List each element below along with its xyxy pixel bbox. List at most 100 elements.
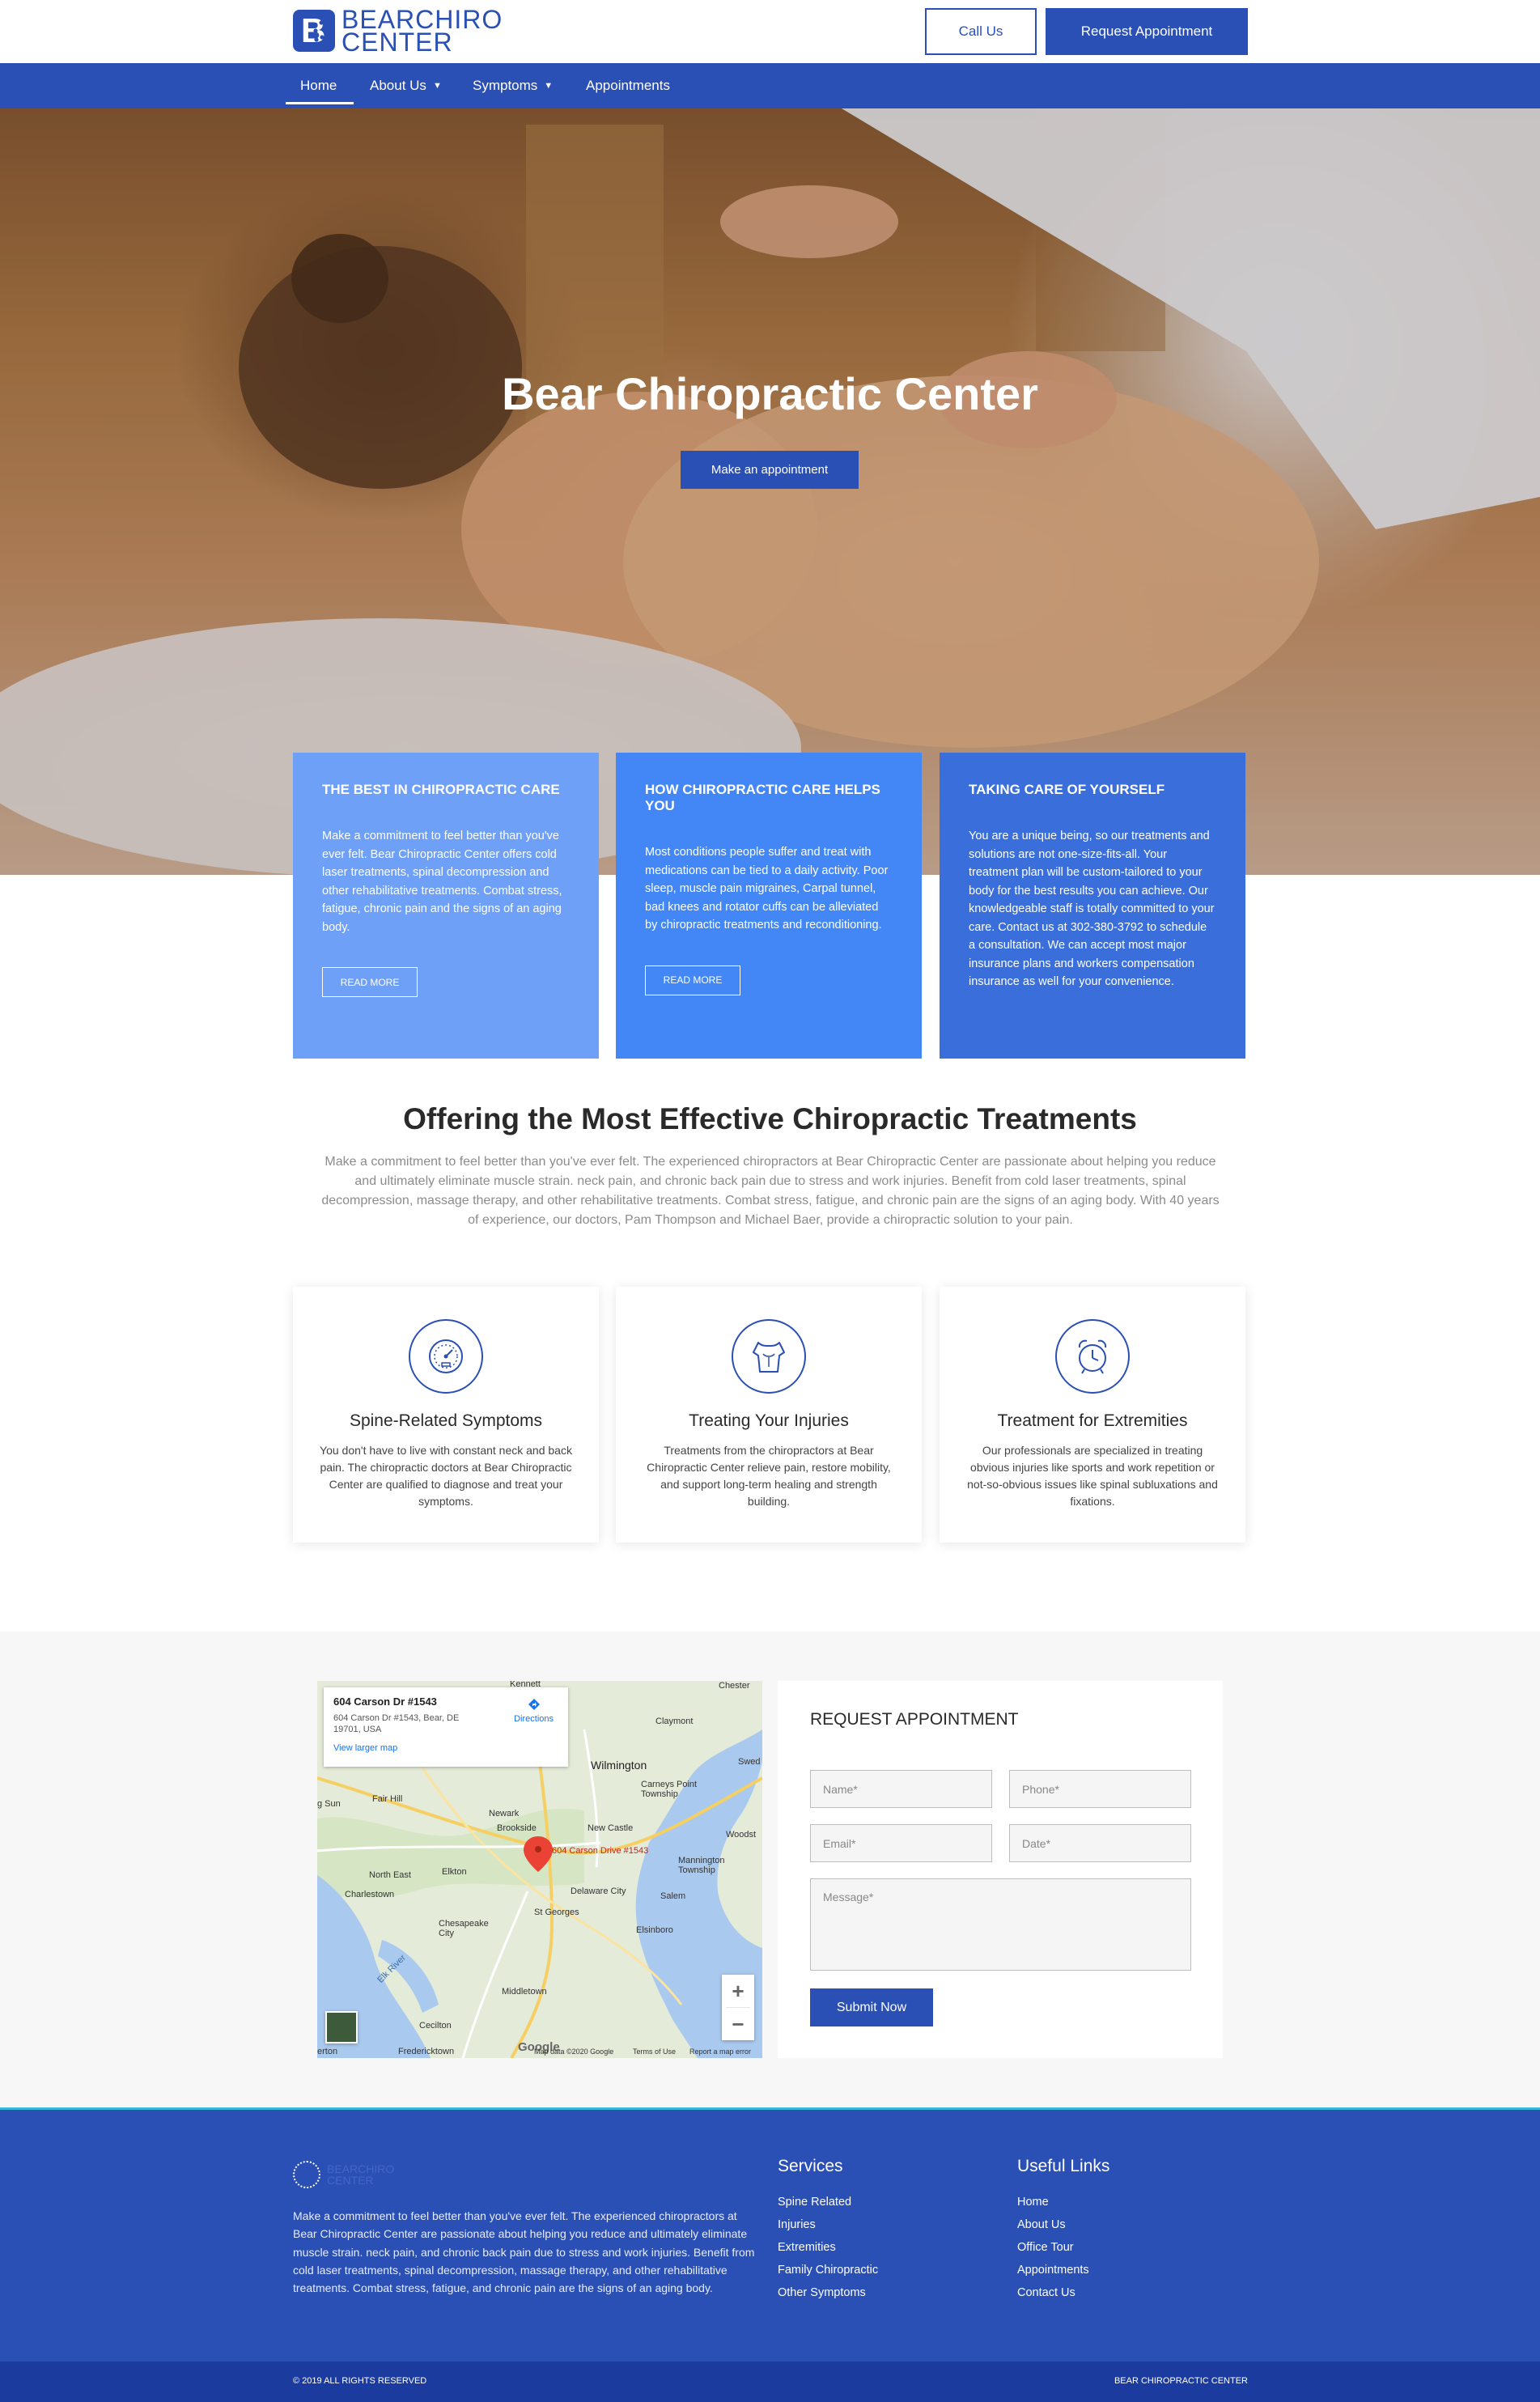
footer-links-title: Useful Links (1017, 2157, 1110, 2175)
footer-bottom-bar: © 2019 ALL RIGHTS RESERVED BEAR CHIROPRA… (0, 2362, 1540, 2402)
feature-text: Most conditions people suffer and treat … (645, 846, 889, 932)
nav-item-label: Home (300, 78, 337, 93)
nav-item-symptoms[interactable]: Symptoms ▼ (473, 63, 553, 108)
feature-title: THE BEST IN CHIROPRACTIC CARE (322, 782, 560, 797)
map-place-card: 604 Carson Dr #1543 604 Carson Dr #1543,… (324, 1687, 568, 1767)
map-label: Fair Hill (372, 1794, 403, 1804)
map-label: Claymont (655, 1717, 694, 1726)
footer-logo-text: BEARCHIRO CENTER (327, 2163, 394, 2186)
map-label: Chesapeake City (439, 1919, 489, 1938)
map-label: Wilmington (591, 1759, 647, 1772)
map-label: St Georges (534, 1908, 579, 1917)
offering-title: Offering the Most Effective Chiropractic… (403, 1102, 1137, 1135)
gauge-icon (429, 1339, 463, 1373)
feature-title: TAKING CARE OF YOURSELF (969, 782, 1165, 797)
footer-logo[interactable]: BEARCHIRO CENTER (293, 2158, 394, 2191)
service-card-spine[interactable]: Spine-Related Symptoms You don't have to… (293, 1287, 599, 1543)
service-card-extremities[interactable]: Treatment for Extremities Our profession… (940, 1287, 1245, 1543)
map-label: Carneys Point Township (641, 1780, 698, 1799)
logo-mark: B (293, 10, 335, 52)
footer-about-text: Make a commitment to feel better than yo… (293, 2209, 755, 2295)
footer-link[interactable]: Home (1017, 2191, 1109, 2213)
map-label: Chester (719, 1681, 750, 1691)
map-label: Newark (489, 1809, 520, 1818)
directions-label: Directions (514, 1714, 554, 1724)
map-label: Delaware City (571, 1886, 626, 1896)
zoom-in-button[interactable]: + (722, 1975, 754, 2007)
service-text: Treatments from the chiropractors at Bea… (647, 1444, 891, 1508)
site-footer: BEARCHIRO CENTER Make a commitment to fe… (0, 2107, 1540, 2362)
map-label: Elkton (442, 1867, 467, 1877)
map-zoom-controls: + − (722, 1975, 754, 2040)
feature-card-taking-care: TAKING CARE OF YOURSELF You are a unique… (940, 753, 1245, 1059)
site-logo[interactable]: B BEARCHIRO CENTER (293, 6, 503, 55)
service-icon-frame (1055, 1319, 1130, 1394)
directions-link[interactable]: Directions (514, 1697, 554, 1724)
footer-services-title: Services (778, 2157, 843, 2175)
map-report-link[interactable]: Report a map error (689, 2048, 751, 2056)
map-attribution-bar: Map data ©2020 Google Terms of Use Repor… (317, 2045, 762, 2058)
nav-item-appointments[interactable]: Appointments (586, 63, 670, 108)
footer-useful-links: Useful Links Home About Us Office Tour A… (1017, 2157, 1109, 2304)
feature-card-how-it-helps: HOW CHIROPRACTIC CARE HELPS YOU Most con… (616, 753, 922, 1059)
footer-link[interactable]: About Us (1017, 2213, 1109, 2236)
torso-icon (753, 1342, 785, 1373)
map-label: North East (369, 1870, 411, 1880)
footer-services: Services Spine Related Injuries Extremit… (778, 2157, 878, 2304)
zoom-out-button[interactable]: − (722, 2008, 754, 2040)
nav-item-label: About Us (370, 78, 426, 93)
read-more-button[interactable]: READ MORE (322, 967, 418, 997)
request-appointment-button[interactable]: Request Appointment (1046, 8, 1248, 55)
footer-logo-line-2: CENTER (327, 2174, 374, 2187)
view-larger-map-link[interactable]: View larger map (333, 1743, 558, 1753)
main-nav: Home About Us ▼ Symptoms ▼ Appointments (0, 63, 1540, 108)
service-icon-frame (409, 1319, 483, 1394)
directions-icon (528, 1699, 540, 1710)
feature-card-best-care: THE BEST IN CHIROPRACTIC CARE Make a com… (293, 753, 599, 1059)
phone-field[interactable]: Phone* (1009, 1770, 1191, 1808)
offering-text: Make a commitment to feel better than yo… (321, 1155, 1220, 1227)
call-us-button[interactable]: Call Us (925, 8, 1037, 55)
service-icon-frame (732, 1319, 806, 1394)
hero-title: Bear Chiropractic Center (502, 368, 1038, 419)
logo-text: BEARCHIRO CENTER (342, 6, 503, 55)
footer-link[interactable]: Contact Us (1017, 2281, 1109, 2304)
map-label: Salem (660, 1891, 686, 1901)
submit-button[interactable]: Submit Now (810, 1988, 933, 2026)
alarm-clock-icon (1078, 1339, 1107, 1374)
read-more-button[interactable]: READ MORE (645, 965, 740, 995)
message-field[interactable]: Message* (810, 1878, 1191, 1971)
contact-section (0, 1632, 1540, 2107)
make-appointment-button[interactable]: Make an appointment (681, 451, 859, 489)
map-label: Brookside (497, 1823, 537, 1833)
satellite-toggle[interactable] (325, 2011, 358, 2043)
service-text: Our professionals are specialized in tre… (967, 1444, 1218, 1508)
map-label: g Sun (317, 1799, 341, 1809)
site-header: B BEARCHIRO CENTER Call Us Request Appoi… (0, 0, 1540, 63)
logo-dots-icon (313, 20, 328, 42)
footer-service-link[interactable]: Other Symptoms (778, 2281, 878, 2304)
footer-service-link[interactable]: Injuries (778, 2213, 878, 2236)
copyright-text: © 2019 ALL RIGHTS RESERVED (293, 2376, 427, 2386)
map-place-address: 604 Carson Dr #1543, Bear, DE 19701, USA (333, 1713, 460, 1734)
map-marker-label[interactable]: 604 Carson Drive #1543 (552, 1846, 648, 1856)
footer-service-link[interactable]: Spine Related (778, 2191, 878, 2213)
map-label: Cecilton (419, 2021, 452, 2031)
caret-down-icon: ▼ (544, 81, 554, 91)
google-map[interactable]: Kennett Chester Claymont Wilmington Swed… (317, 1681, 762, 2058)
name-field[interactable]: Name* (810, 1770, 992, 1808)
footer-link[interactable]: Appointments (1017, 2259, 1109, 2281)
nav-item-about-us[interactable]: About Us ▼ (370, 63, 442, 108)
map-label: Swed (738, 1757, 761, 1767)
service-title: Treating Your Injuries (689, 1411, 849, 1430)
footer-link[interactable]: Office Tour (1017, 2236, 1109, 2259)
map-label: Elsinboro (636, 1925, 673, 1935)
nav-item-label: Appointments (586, 78, 670, 93)
date-field[interactable]: Date* (1009, 1824, 1191, 1862)
map-label: Woodst (726, 1830, 757, 1840)
service-card-injuries[interactable]: Treating Your Injuries Treatments from t… (616, 1287, 922, 1543)
footer-service-link[interactable]: Extremities (778, 2236, 878, 2259)
footer-service-link[interactable]: Family Chiropractic (778, 2259, 878, 2281)
email-field[interactable]: Email* (810, 1824, 992, 1862)
map-terms-link[interactable]: Terms of Use (633, 2048, 676, 2056)
